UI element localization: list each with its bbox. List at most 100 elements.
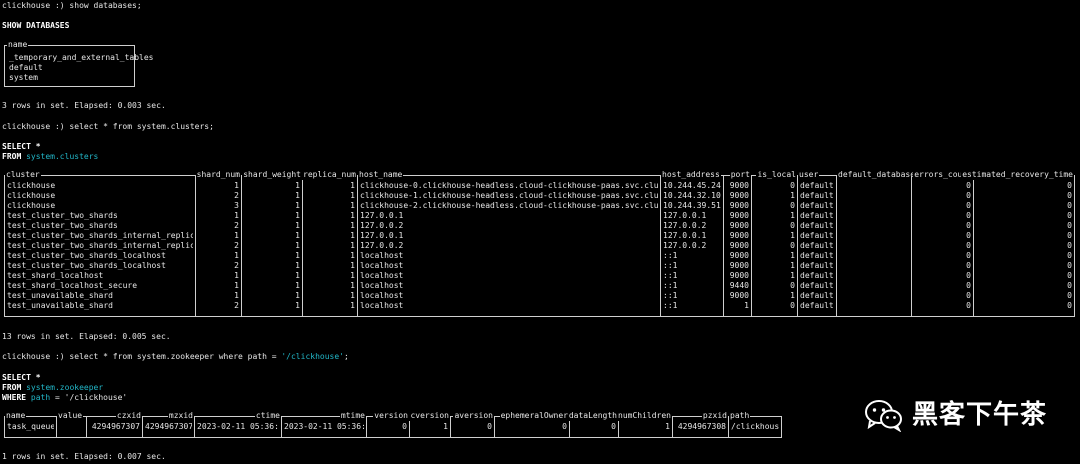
table-cell: 0 [966,221,971,230]
column-header: name [5,411,27,421]
column-header: path [729,411,751,421]
table-cell: 127.0.0.1 [663,211,707,220]
watermark-title: 黑客下午茶 [912,400,1048,430]
query-echo-from: FROM system.zookeeper [2,383,103,393]
wechat-icon [865,400,902,432]
table-cell: 1 [744,301,749,310]
table-cell: 1 [295,191,300,200]
table-cell: 0 [790,301,795,310]
command-suffix: ; [343,352,349,361]
column-header: user [798,170,820,180]
table-cell: 0 [966,301,971,310]
table-row: _temporary_and_external_tables [9,53,154,62]
table-cell: 9000 [729,241,749,250]
table-header-cell: name [7,40,29,50]
table-cell: 0 [562,422,567,431]
query-echo-from: FROM system.clusters [2,152,98,162]
table-cell: 1 [234,211,239,220]
column-header: mtime [339,411,366,421]
table-cell: 1 [350,261,355,270]
table-cell: 10.244.45.246 [663,181,721,190]
from-table-name: system.clusters [26,152,99,161]
column-divider [142,417,143,437]
column-header: numChildren [617,411,672,421]
table-cell: 0 [966,251,971,260]
table-cell: clickhouse-0.clickhouse-headless.cloud-c… [360,181,658,190]
column-divider [911,176,912,316]
where-column: path [30,393,51,402]
table-cell: 4294967307 [145,422,192,431]
table-cell: 127.0.0.2 [360,241,404,250]
table-cell: 1 [350,241,355,250]
table-cell: 1 [790,251,795,260]
table-cell: 1 [350,291,355,300]
table-cell: 0 [966,231,971,240]
table-cell: 0 [1067,291,1072,300]
table-cell: 0 [790,241,795,250]
column-divider [302,176,303,316]
table-cell: 2 [234,241,239,250]
table-cell: ::1 [663,271,678,280]
table-cell: 9000 [729,181,749,190]
table-cell: ::1 [663,291,678,300]
table-cell: 0 [966,191,971,200]
column-divider [797,176,798,316]
column-header: shard_num [195,170,241,180]
column-header: host_address [661,170,721,180]
column-divider [751,176,752,316]
where-condition: = '/clickhouse' [50,393,128,402]
table-cell: 2023-02-11 05:36:41 [284,422,364,431]
table-cell: 1 [295,181,300,190]
table-cell: 0 [966,271,971,280]
table-cell: default [800,291,834,300]
table-cell: localhost [360,251,404,260]
column-header: aversion [453,411,494,421]
column-divider [723,176,724,316]
table-cell: localhost [360,281,404,290]
column-divider [973,176,974,316]
table-cell: 0 [790,201,795,210]
table-cell: 10.244.39.51 [663,201,721,210]
command-line-select-clusters: clickhouse :) select * from system.clust… [2,122,214,131]
column-divider [194,417,195,437]
table-cell: clickhouse-2.clickhouse-headless.cloud-c… [360,201,658,210]
column-header: dataLength [567,411,618,421]
table-cell: 1 [295,291,300,300]
table-cell: default [800,241,834,250]
table-cell: 0 [611,422,616,431]
where-keyword: WHERE [2,393,27,402]
table-cell: 0 [1067,281,1072,290]
column-header: estimated_recovery_time [961,170,1074,180]
status-line: 1 rows in set. Elapsed: 0.007 sec. [2,452,166,461]
table-cell: 1 [350,301,355,310]
table-cell: 1 [234,271,239,280]
table-cell: 1 [443,422,448,431]
from-table-name: system.zookeeper [26,383,104,392]
watermark: 黑客下午茶 [864,398,1047,432]
table-cell: 1 [234,281,239,290]
column-header: ephemeralOwner [499,411,569,421]
table-cell: /clickhouse [731,422,779,431]
table-cell: default [800,221,834,230]
table-cell: 0 [790,181,795,190]
column-header: default_database [837,170,917,180]
table-cell: 9000 [729,211,749,220]
table-cell: test_shard_localhost_secure [7,281,138,290]
table-cell: 0 [1067,231,1072,240]
table-cell: 127.0.0.2 [663,221,707,230]
table-cell: localhost [360,261,404,270]
table-cell: test_cluster_two_shards [7,221,118,230]
column-header: pzxid [701,411,728,421]
column-header: mzxid [167,411,194,421]
table-cell: ::1 [663,301,678,310]
table-cell: task_queue [7,422,54,431]
table-cell: 1 [790,271,795,280]
query-echo-select: SELECT * [2,142,41,151]
table-cell: default [800,251,834,260]
from-keyword: FROM [2,152,22,161]
table-cell: 0 [790,221,795,230]
table-cell: 1 [295,251,300,260]
table-cell: 0 [966,181,971,190]
table-cell: 1 [234,291,239,300]
table-cell: clickhouse [7,191,56,200]
